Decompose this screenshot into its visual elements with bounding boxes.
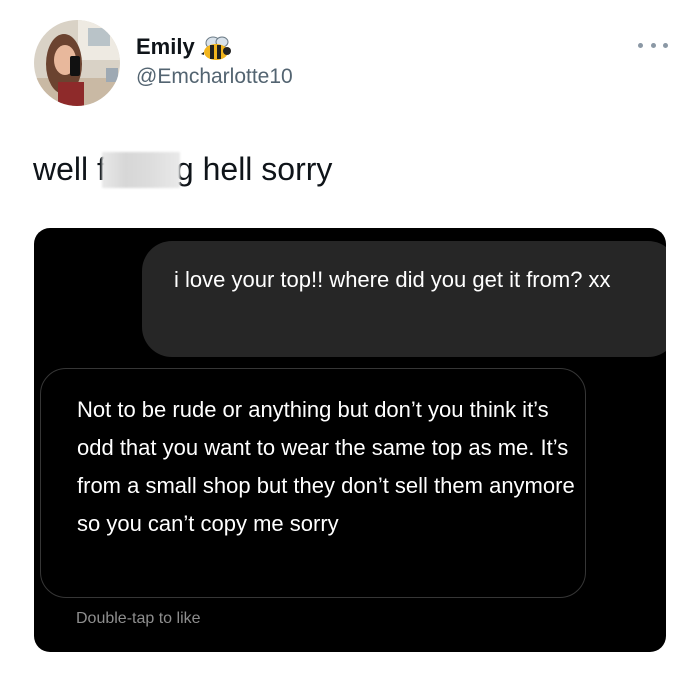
sent-message-bubble: i love your top!! where did you get it f… <box>142 241 666 357</box>
avatar[interactable] <box>34 20 120 106</box>
tweet-text: well f g hell sorry <box>33 150 332 190</box>
tweet-text-start: well f <box>33 151 106 187</box>
display-name[interactable]: Emily <box>136 34 195 60</box>
tweet-text-end: g hell sorry <box>175 151 333 187</box>
user-handle[interactable]: @Emcharlotte10 <box>136 64 293 90</box>
avatar-photo <box>34 20 120 106</box>
censored-blur <box>101 152 180 188</box>
dm-screenshot-image[interactable]: i love your top!! where did you get it f… <box>34 228 666 652</box>
double-tap-hint: Double-tap to like <box>76 610 201 627</box>
tweet-card: Emily @Emcharlotte10 well fg hell sorry … <box>0 0 700 687</box>
more-options-icon[interactable] <box>638 36 668 54</box>
received-message-bubble: Not to be rude or anything but don’t you… <box>40 368 586 598</box>
bee-icon <box>201 36 231 60</box>
